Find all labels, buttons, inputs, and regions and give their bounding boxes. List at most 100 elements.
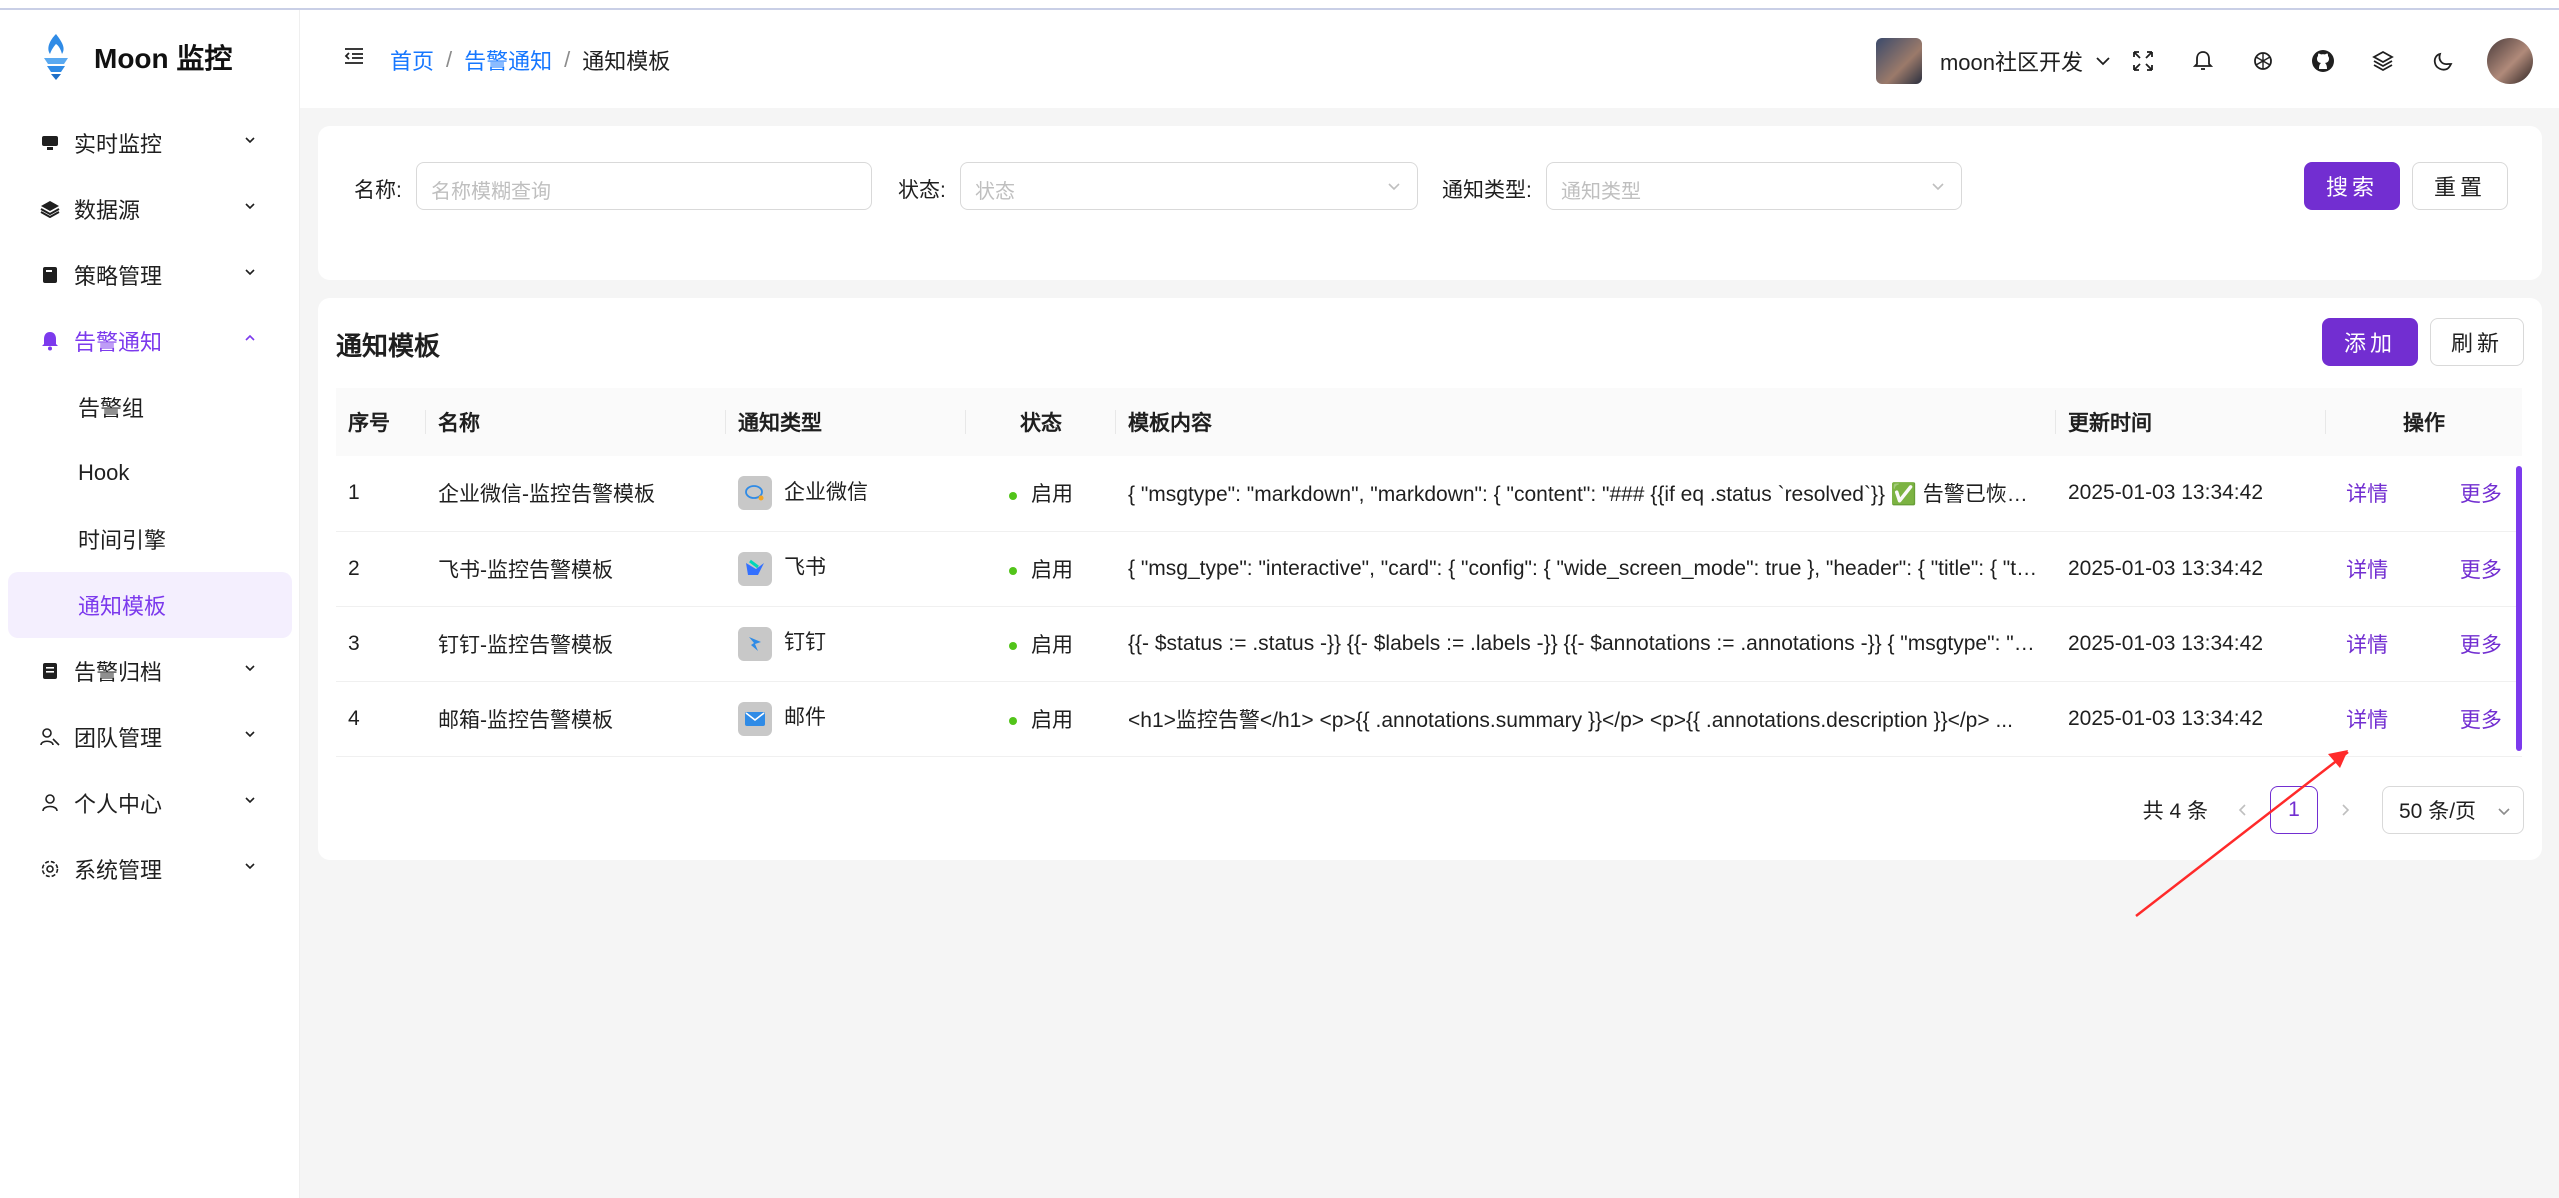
column-header: 操作	[2326, 388, 2522, 456]
status-filter-label: 状态:	[898, 179, 946, 202]
cell-time: 2025-01-03 13:34:42	[2056, 681, 2326, 757]
detail-button[interactable]: 详情	[2346, 559, 2388, 582]
detail-button[interactable]: 详情	[2346, 483, 2388, 506]
user-avatar[interactable]	[2487, 38, 2533, 84]
chevron-down-icon	[1932, 183, 1944, 191]
name-search-input[interactable]: 名称模糊查询	[416, 162, 872, 210]
column-header: 序号	[336, 388, 426, 456]
cell-actions: 详情 更多	[2326, 606, 2522, 682]
cell-actions: 详情 更多	[2326, 456, 2522, 532]
reset-button[interactable]: 重置	[2412, 162, 2508, 210]
notify-type-select-placeholder: 通知类型	[1561, 181, 1641, 203]
mail-icon	[738, 701, 772, 736]
sidebar-item-archive[interactable]: 告警归档	[8, 638, 292, 704]
prev-page-icon[interactable]	[2236, 803, 2250, 817]
dark-mode-moon-icon[interactable]	[2413, 38, 2473, 84]
more-button[interactable]: 更多	[2460, 559, 2502, 582]
breadcrumb-alert-notify[interactable]: 告警通知	[464, 44, 552, 76]
header-actions: moon社区开发	[1875, 38, 2533, 84]
sidebar-item-team[interactable]: 团队管理	[8, 704, 292, 770]
sidebar-item-label: 实时监控	[74, 132, 163, 157]
cell-status: 启用	[966, 531, 1116, 607]
sidebar-item-label: 个人中心	[74, 792, 163, 817]
bell-icon	[40, 331, 60, 351]
cell-type: 邮件	[726, 681, 966, 757]
sidebar-subitem-hook[interactable]: Hook	[8, 440, 292, 506]
team-icon	[40, 727, 60, 747]
cell-type: 飞书	[726, 531, 966, 607]
moon-logo-icon	[44, 34, 68, 80]
sidebar-menu: 实时监控 数据源 策略管理 告警通知 告警组 Hook 时间引擎 通知模板 告警…	[8, 110, 292, 902]
cell-name: 飞书-监控告警模板	[426, 531, 726, 607]
chevron-down-icon[interactable]	[2093, 51, 2113, 71]
cell-index: 4	[336, 681, 426, 757]
openai-icon[interactable]	[2233, 38, 2293, 84]
cell-content: {{- $status := .status -}} {{- $labels :…	[1116, 606, 2056, 682]
layers-icon	[40, 199, 60, 219]
sidebar-subitem-time-engine[interactable]: 时间引擎	[8, 506, 292, 572]
sidebar-item-datasource[interactable]: 数据源	[8, 176, 292, 242]
layers-stack-icon[interactable]	[2353, 38, 2413, 84]
chevron-down-icon	[245, 797, 255, 804]
sidebar-item-label: 数据源	[74, 198, 141, 223]
app-logo[interactable]: Moon 监控	[36, 32, 232, 82]
detail-button[interactable]: 详情	[2346, 634, 2388, 657]
notify-type-select[interactable]: 通知类型	[1546, 162, 1962, 210]
detail-button[interactable]: 详情	[2346, 709, 2388, 732]
team-avatar[interactable]	[1875, 38, 1922, 84]
window-top-border	[0, 0, 2559, 10]
cell-status: 启用	[966, 456, 1116, 532]
chevron-down-icon	[245, 731, 255, 738]
cell-content: { "msg_type": "interactive", "card": { "…	[1116, 531, 2056, 607]
cell-type: 钉钉	[726, 606, 966, 682]
type-filter-label: 通知类型:	[1442, 179, 1532, 202]
cell-time: 2025-01-03 13:34:42	[2056, 456, 2326, 532]
next-page-icon[interactable]	[2338, 803, 2352, 817]
book-icon	[40, 265, 60, 285]
github-icon[interactable]	[2293, 38, 2353, 84]
status-select[interactable]: 状态	[960, 162, 1418, 210]
feishu-icon	[738, 551, 772, 586]
sidebar-subitem-notify-template[interactable]: 通知模板	[8, 572, 292, 638]
more-button[interactable]: 更多	[2460, 634, 2502, 657]
search-filter-panel: 名称: 名称模糊查询 状态: 状态 通知类型: 通知类型 搜索 重置	[318, 126, 2542, 280]
chevron-down-icon	[245, 269, 255, 276]
table-header-row: 序号 名称 通知类型 状态 模板内容 更新时间 操作	[336, 388, 2522, 456]
chevron-down-icon	[245, 665, 255, 672]
chevron-down-icon	[245, 137, 255, 144]
archive-icon	[40, 661, 60, 681]
sidebar-item-realtime[interactable]: 实时监控	[8, 110, 292, 176]
table-scrollbar[interactable]	[2516, 466, 2522, 751]
search-button[interactable]: 搜索	[2304, 162, 2400, 210]
template-table-card: 通知模板 添加 刷新 序号 名称 通知类型 状态 模板内容 更新时间 操作 1 …	[318, 298, 2542, 860]
sidebar-item-profile[interactable]: 个人中心	[8, 770, 292, 836]
table-row: 2 飞书-监控告警模板 飞书 启用 { "msg_type": "interac…	[336, 531, 2522, 607]
breadcrumb-home[interactable]: 首页	[390, 44, 434, 76]
notification-bell-icon[interactable]	[2173, 38, 2233, 84]
refresh-button[interactable]: 刷新	[2430, 318, 2524, 366]
more-button[interactable]: 更多	[2460, 709, 2502, 732]
name-filter-label: 名称:	[354, 179, 402, 202]
sidebar-item-strategy[interactable]: 策略管理	[8, 242, 292, 308]
cell-type: 企业微信	[726, 456, 966, 532]
sidebar-item-label: 告警通知	[74, 330, 163, 355]
sidebar-subitem-alert-group[interactable]: 告警组	[8, 374, 292, 440]
fullscreen-icon[interactable]	[2113, 38, 2173, 84]
breadcrumb-separator: /	[564, 47, 571, 72]
table-row: 3 钉钉-监控告警模板 钉钉 启用 {{- $status := .status…	[336, 606, 2522, 682]
status-dot	[1009, 641, 1017, 650]
dingtalk-icon	[738, 626, 772, 661]
team-switcher[interactable]: moon社区开发	[1940, 45, 2083, 77]
add-button[interactable]: 添加	[2322, 318, 2418, 366]
more-button[interactable]: 更多	[2460, 483, 2502, 506]
page-1-button[interactable]: 1	[2270, 786, 2318, 834]
page-size-select[interactable]: 50 条/页	[2382, 786, 2524, 834]
table-row: 1 企业微信-监控告警模板 企业微信 启用 { "msgtype": "mark…	[336, 456, 2522, 532]
chevron-down-icon	[1388, 183, 1400, 191]
column-header: 通知类型	[726, 388, 966, 456]
sidebar-item-alert-notify[interactable]: 告警通知	[8, 308, 292, 374]
cell-index: 1	[336, 456, 426, 532]
sidebar-item-label: 告警归档	[74, 660, 163, 685]
sidebar-item-system[interactable]: 系统管理	[8, 836, 292, 902]
menu-fold-icon[interactable]	[342, 44, 366, 68]
